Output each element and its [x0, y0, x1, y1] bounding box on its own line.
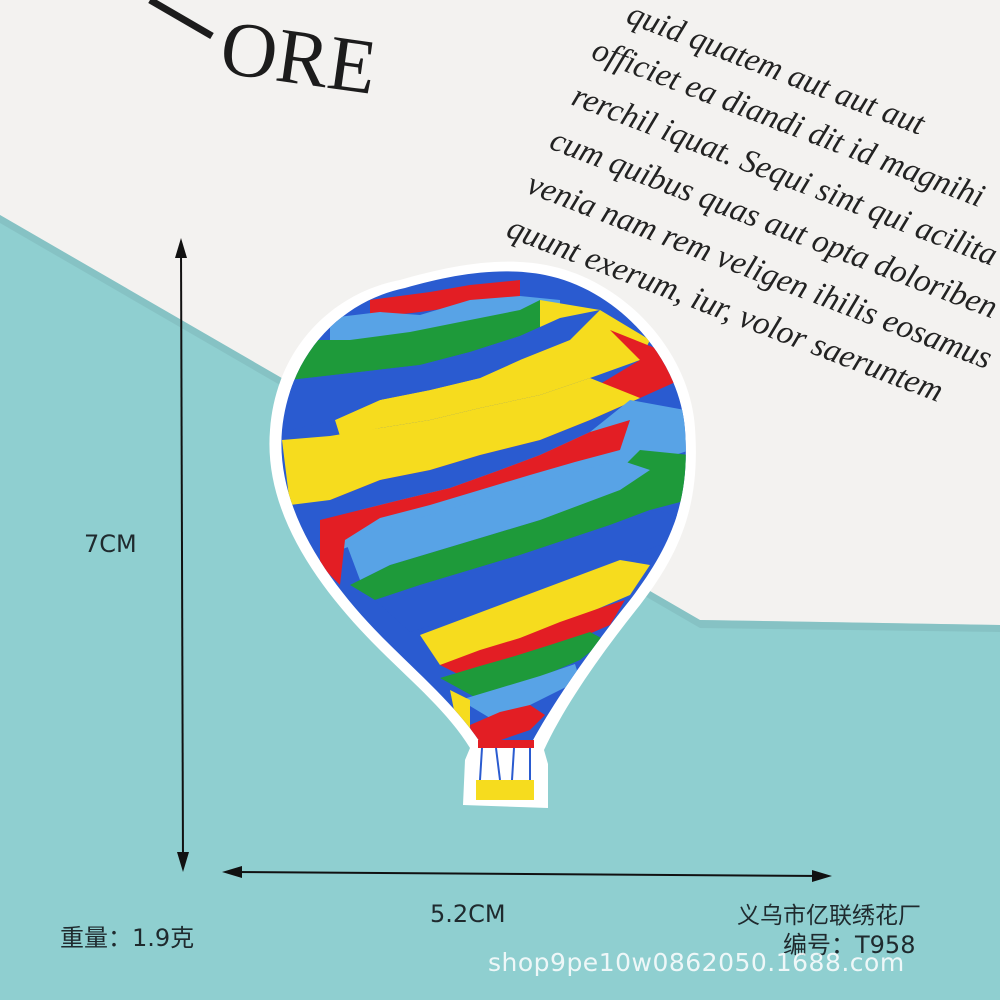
balloon-basket [476, 780, 534, 800]
width-dimension-label: 5.2CM [430, 900, 506, 928]
weight-label: 重量：1.9克 [60, 924, 195, 952]
photo-scene: ORE quid quatem aut aut aut officiet ea … [0, 0, 1000, 882]
shop-watermark: shop9pe10w0862050.1688.com [488, 948, 905, 977]
height-dimension-arrow [175, 238, 189, 872]
balloon-neck [478, 740, 534, 748]
balloon-patch [269, 261, 696, 808]
balloon-stripes [281, 271, 686, 742]
height-dimension-label: 7CM [84, 530, 137, 558]
width-dimension-arrow [222, 866, 832, 882]
